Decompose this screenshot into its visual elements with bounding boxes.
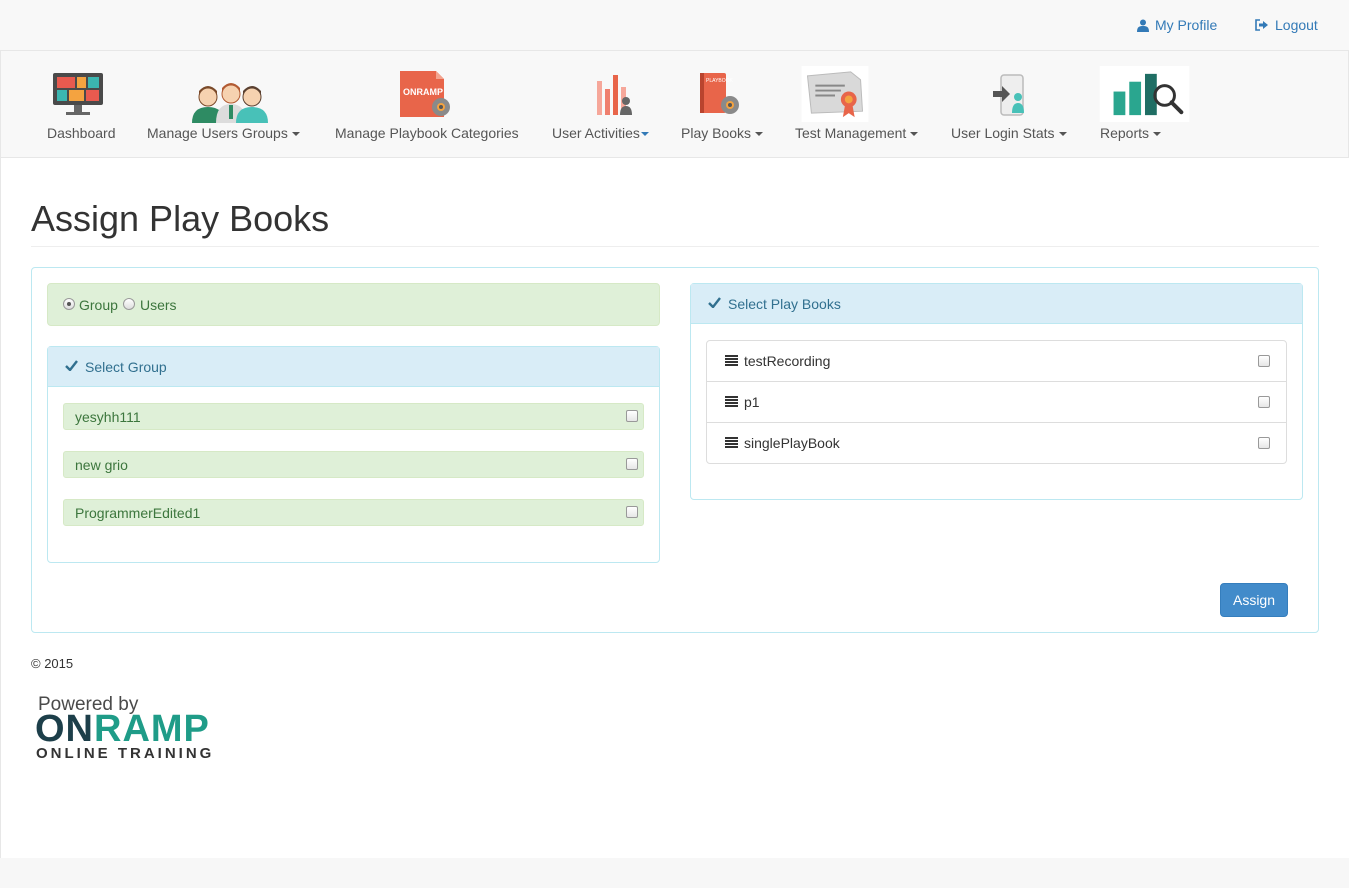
group-name: new grio	[75, 457, 128, 473]
nav-manage-playbook-categories-label: Manage Playbook Categories	[335, 125, 519, 141]
nav-user-activities-label: User Activities	[552, 125, 649, 141]
playbook-checkbox[interactable]	[1258, 437, 1270, 449]
sign-out-icon	[1255, 19, 1268, 31]
page-title: Assign Play Books	[31, 198, 330, 239]
caret-down-icon	[291, 132, 300, 137]
playbook-name: p1	[744, 394, 760, 410]
select-group-heading: Select Group	[48, 347, 659, 387]
playbook-list: testRecording p1 singlePlayBook	[706, 340, 1287, 464]
assign-button[interactable]: Assign	[1220, 583, 1288, 617]
nav-reports[interactable]: Reports	[1099, 51, 1191, 157]
main-navbar: Dashboard Manage Users Groups ONRAMP Man…	[0, 50, 1349, 158]
group-row[interactable]: yesyhh111	[63, 403, 644, 430]
nav-test-management[interactable]: Test Management	[794, 51, 926, 157]
title-divider	[31, 246, 1319, 247]
users-group-icon	[192, 83, 268, 123]
group-name: yesyhh111	[75, 409, 141, 425]
onramp-logo: Powered by ONRAMP ONLINE TRAINING	[35, 694, 255, 766]
select-group-panel: Select Group yesyhh111 new grio Programm…	[47, 346, 660, 563]
copyright: © 2015	[31, 656, 74, 671]
caret-down-icon	[755, 132, 764, 137]
group-checkbox[interactable]	[626, 458, 638, 470]
my-profile-link[interactable]: My Profile	[1137, 17, 1217, 33]
top-bar: My Profile Logout	[0, 0, 1349, 50]
user-icon	[1137, 19, 1149, 32]
nav-manage-playbook-categories[interactable]: ONRAMP Manage Playbook Categories	[334, 51, 526, 157]
assign-type-selector: Group Users	[47, 283, 660, 326]
select-playbooks-heading: Select Play Books	[691, 284, 1302, 324]
logout-label: Logout	[1275, 17, 1318, 33]
logout-link[interactable]: Logout	[1255, 17, 1318, 33]
nav-dashboard-label: Dashboard	[47, 125, 116, 141]
dashboard-monitor-icon	[53, 73, 103, 115]
reports-search-icon	[1099, 66, 1190, 122]
certificate-icon	[801, 66, 869, 122]
playbook-settings-icon: PLAYBOOK	[700, 73, 739, 114]
caret-down-icon	[640, 132, 649, 137]
nav-manage-users-groups-label: Manage Users Groups	[147, 125, 300, 141]
caret-down-icon	[1058, 132, 1067, 137]
nav-manage-users-groups[interactable]: Manage Users Groups	[146, 51, 309, 157]
group-checkbox[interactable]	[626, 410, 638, 422]
logo-tagline: ONLINE TRAINING	[36, 745, 215, 762]
activity-bars-icon	[597, 75, 632, 115]
list-icon	[725, 437, 738, 448]
login-stats-icon	[993, 74, 1024, 116]
check-icon	[65, 360, 78, 371]
radio-group-label: Group	[79, 297, 118, 313]
my-profile-label: My Profile	[1155, 17, 1218, 33]
list-item[interactable]: testRecording	[707, 341, 1286, 382]
playbook-checkbox[interactable]	[1258, 355, 1270, 367]
radio-users[interactable]	[123, 298, 135, 310]
group-name: ProgrammerEdited1	[75, 505, 201, 521]
nav-user-login-stats[interactable]: User Login Stats	[950, 51, 1074, 157]
select-group-title: Select Group	[85, 359, 167, 375]
playbook-name: singlePlayBook	[744, 435, 840, 451]
radio-users-label: Users	[140, 297, 177, 313]
select-playbooks-title: Select Play Books	[728, 296, 841, 312]
svg-text:PLAYBOOK: PLAYBOOK	[706, 78, 734, 84]
nav-test-management-label: Test Management	[795, 125, 919, 141]
caret-down-icon	[910, 132, 919, 137]
nav-play-books[interactable]: PLAYBOOK Play Books	[680, 51, 770, 157]
list-icon	[725, 355, 738, 366]
check-icon	[708, 297, 721, 308]
list-item[interactable]: p1	[707, 382, 1286, 423]
list-icon	[725, 396, 738, 407]
caret-down-icon	[1153, 132, 1162, 137]
select-playbooks-panel: Select Play Books testRecording p1 singl…	[690, 283, 1303, 500]
logo-name: ONRAMP	[35, 708, 210, 750]
svg-text:ONRAMP: ONRAMP	[403, 87, 443, 97]
radio-group[interactable]	[63, 298, 75, 310]
group-checkbox[interactable]	[626, 506, 638, 518]
nav-user-activities[interactable]: User Activities	[551, 51, 655, 157]
group-row[interactable]: ProgrammerEdited1	[63, 499, 644, 526]
footer-strip	[0, 858, 1349, 888]
playbook-name: testRecording	[744, 353, 831, 369]
nav-dashboard[interactable]: Dashboard	[46, 51, 121, 157]
onramp-settings-icon: ONRAMP	[400, 71, 450, 117]
nav-reports-label: Reports	[1100, 125, 1162, 141]
playbook-checkbox[interactable]	[1258, 396, 1270, 408]
group-row[interactable]: new grio	[63, 451, 644, 478]
list-item[interactable]: singlePlayBook	[707, 423, 1286, 464]
nav-user-login-stats-label: User Login Stats	[951, 125, 1067, 141]
nav-play-books-label: Play Books	[681, 125, 764, 141]
